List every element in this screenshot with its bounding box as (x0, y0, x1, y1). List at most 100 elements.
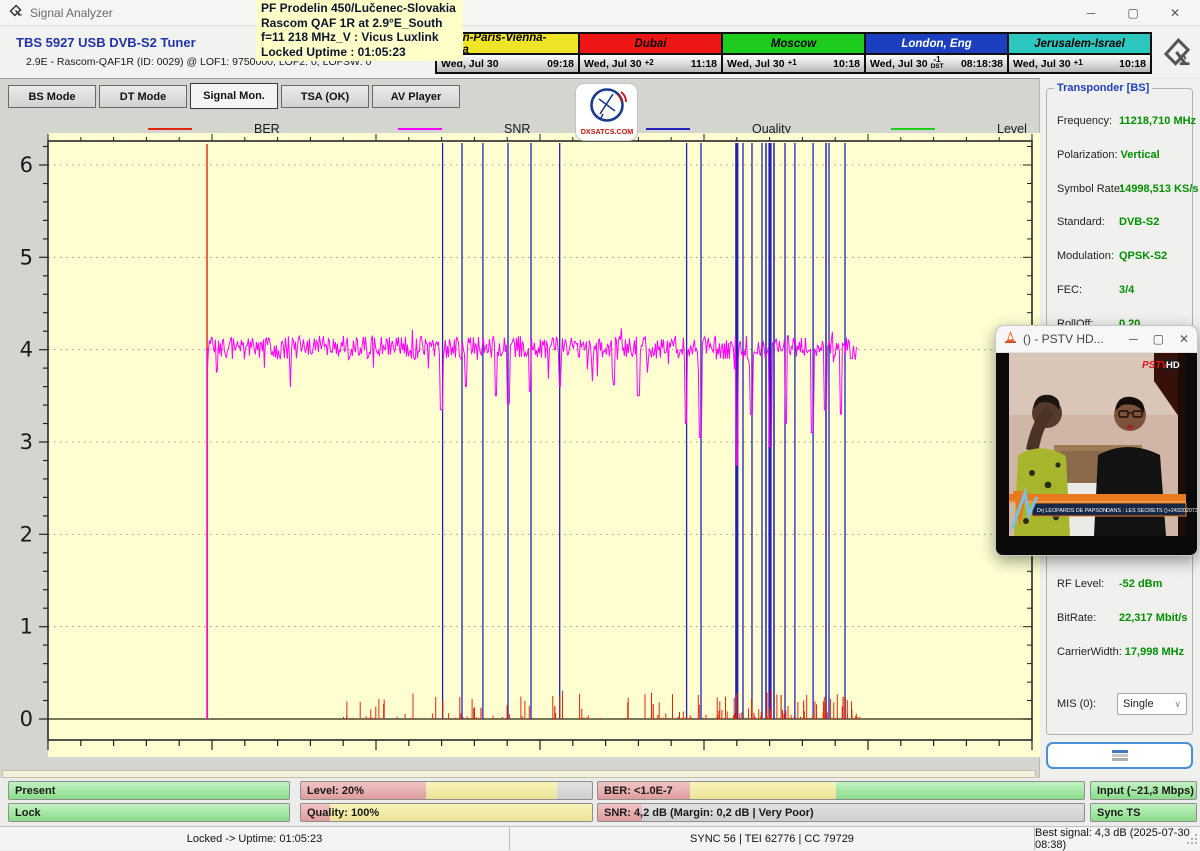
banner-text-left: Drj LEOPARDS DE PAPSON (1037, 508, 1107, 514)
titlebar: Signal Analyzer ─ ▢ ✕ (0, 0, 1200, 26)
level-label: Level: 20% (307, 785, 364, 797)
clock-time: 08:18:38 (961, 58, 1003, 70)
field-value: 17,998 MHz (1125, 646, 1184, 658)
signal-chart: 0123456 (0, 131, 1040, 779)
ber-label: BER: <1.0E-7 (604, 785, 673, 797)
field-label: RF Level: (1057, 578, 1119, 590)
dxsatcs-brand-text: DXSATCS.COM (580, 127, 633, 136)
chart-bottom-strip (2, 770, 1036, 778)
field-label: Frequency: (1057, 115, 1119, 127)
status-lock-uptime: Locked -> Uptime: 01:05:23 (0, 827, 510, 850)
info-line: Locked Uptime : 01:05:23 (261, 45, 458, 60)
clock-time: 11:18 (691, 58, 717, 70)
field-rf-level: RF Level:-52 dBm (1057, 578, 1189, 590)
input-indicator: Input (~21,3 Mbps) (1090, 781, 1197, 800)
svg-text:3: 3 (20, 430, 33, 454)
field-label: MIS (0): (1057, 698, 1119, 710)
field-standard: Standard:DVB-S2 (1057, 216, 1189, 228)
quality-line-swatch (646, 128, 690, 130)
maximize-icon[interactable]: ▢ (1112, 0, 1154, 26)
svg-text:5: 5 (20, 245, 33, 269)
mis-dropdown[interactable]: Single∨ (1117, 693, 1187, 715)
clock-time: 10:18 (833, 58, 860, 70)
info-line: Rascom QAF 1R at 2.9°E_South (261, 16, 458, 31)
minimize-icon[interactable]: ─ (1070, 0, 1112, 26)
lock-label: Lock (15, 807, 41, 819)
dxsatcs-logo: DXSATCS.COM (575, 83, 638, 141)
field-value: 3/4 (1119, 284, 1134, 296)
channel-logo-hd: HD (1166, 360, 1180, 371)
resize-grip[interactable] (1186, 833, 1198, 848)
field-modulation: Modulation:QPSK-S2 (1057, 250, 1189, 262)
tab-dt-mode[interactable]: DT Mode (99, 85, 187, 108)
clock-city: Moscow (721, 32, 866, 53)
level-bar: Level: 20% (300, 781, 593, 800)
clock-offset: +1 (1074, 60, 1083, 67)
level-line-swatch (891, 128, 935, 130)
stream-list-button[interactable] (1046, 742, 1193, 769)
vlc-minimize-icon[interactable]: ─ (1129, 332, 1138, 346)
mode-tabs: BS Mode DT Mode Signal Mon. TSA (OK) AV … (8, 85, 460, 109)
svg-text:1: 1 (20, 615, 33, 639)
main-panel: BS Mode DT Mode Signal Mon. TSA (OK) AV … (0, 78, 1040, 778)
clock-moscow: Moscow Wed, Jul 30+110:18 (721, 32, 866, 74)
field-symbol-rate: Symbol Rate:14998,513 KS/s (1057, 183, 1189, 195)
clock-city: Dubai (578, 32, 723, 53)
clock-offset: +1 (788, 60, 797, 67)
field-value: Vertical (1121, 149, 1160, 161)
clock-jerusalem: Jerusalem-Israel Wed, Jul 30+110:18 (1007, 32, 1152, 74)
vlc-player-window[interactable]: () - PSTV HD... ─ ▢ ✕ (995, 325, 1198, 556)
tab-signal-mon[interactable]: Signal Mon. (190, 83, 278, 109)
clock-offset-sub: DST (931, 64, 944, 71)
clock-offset: +2 (645, 60, 654, 67)
tuner-title: TBS 5927 USB DVB-S2 Tuner (16, 35, 196, 50)
field-value: 11218,710 MHz (1119, 115, 1196, 127)
clock-date: Wed, Jul 30 (1013, 58, 1071, 70)
clock-dubai: Dubai Wed, Jul 30+211:18 (578, 32, 723, 74)
field-label: CarrierWidth: (1057, 646, 1125, 658)
input-label: Input (~21,3 Mbps) (1097, 785, 1194, 797)
vlc-video-area[interactable]: PSTV HD Drj LEOPARDS DE PAPSON DANS : LE… (996, 353, 1197, 556)
tab-av-player[interactable]: AV Player (372, 85, 460, 108)
transponder-title: Transponder [BS] (1054, 82, 1152, 94)
quality-bar: Quality: 100% (300, 803, 593, 822)
present-label: Present (15, 785, 55, 797)
field-fec: FEC:3/4 (1057, 284, 1189, 296)
tab-tsa[interactable]: TSA (OK) (281, 85, 369, 108)
world-clocks: Berlin-Paris-Vienna-Roma Wed, Jul 3009:1… (435, 32, 1152, 74)
vlc-maximize-icon[interactable]: ▢ (1153, 332, 1164, 346)
clock-time: 09:18 (547, 58, 574, 70)
present-indicator: Present (8, 781, 290, 800)
close-icon[interactable]: ✕ (1154, 0, 1196, 26)
info-line: f=11 218 MHz_V : Vicus Luxlink (261, 30, 458, 45)
clock-city: Jerusalem-Israel (1007, 32, 1152, 53)
clock-city: London, Eng (864, 32, 1009, 53)
stack-icon (1112, 750, 1128, 762)
field-label: FEC: (1057, 284, 1119, 296)
field-frequency: Frequency:11218,710 MHz (1057, 115, 1189, 127)
status-bar: Locked -> Uptime: 01:05:23 SYNC 56 | TEI… (0, 826, 1200, 850)
quality-label: Quality: 100% (307, 807, 379, 819)
field-label: Symbol Rate: (1057, 183, 1119, 195)
window-controls: ─ ▢ ✕ (1070, 0, 1196, 26)
clock-date: Wed, Jul 30 (870, 58, 928, 70)
field-carrier-width: CarrierWidth:17,998 MHz (1057, 646, 1189, 658)
svg-text:4: 4 (20, 338, 33, 362)
svg-text:6: 6 (20, 153, 33, 177)
field-label: Standard: (1057, 216, 1119, 228)
vlc-window-title: () - PSTV HD... (1023, 332, 1104, 346)
mis-selected-value: Single (1123, 698, 1154, 710)
info-line: PF Prodelin 450/Lučenec-Slovakia (261, 1, 458, 16)
field-bitrate: BitRate:22,317 Mbit/s (1057, 612, 1189, 624)
status-best-signal: Best signal: 4,3 dB (2025-07-30 08:38) (1035, 827, 1200, 850)
field-polarization: Polarization:Vertical (1057, 149, 1189, 161)
vlc-close-icon[interactable]: ✕ (1179, 332, 1189, 346)
sync-ts-label: Sync TS (1097, 807, 1140, 819)
window-title: Signal Analyzer (30, 6, 113, 20)
antenna-info-box: PF Prodelin 450/Lučenec-Slovakia Rascom … (256, 0, 463, 61)
svg-text:0: 0 (20, 707, 33, 731)
field-label: BitRate: (1057, 612, 1119, 624)
lock-indicator: Lock (8, 803, 290, 822)
field-value: 14998,513 KS/s (1119, 183, 1199, 195)
tab-bs-mode[interactable]: BS Mode (8, 85, 96, 108)
